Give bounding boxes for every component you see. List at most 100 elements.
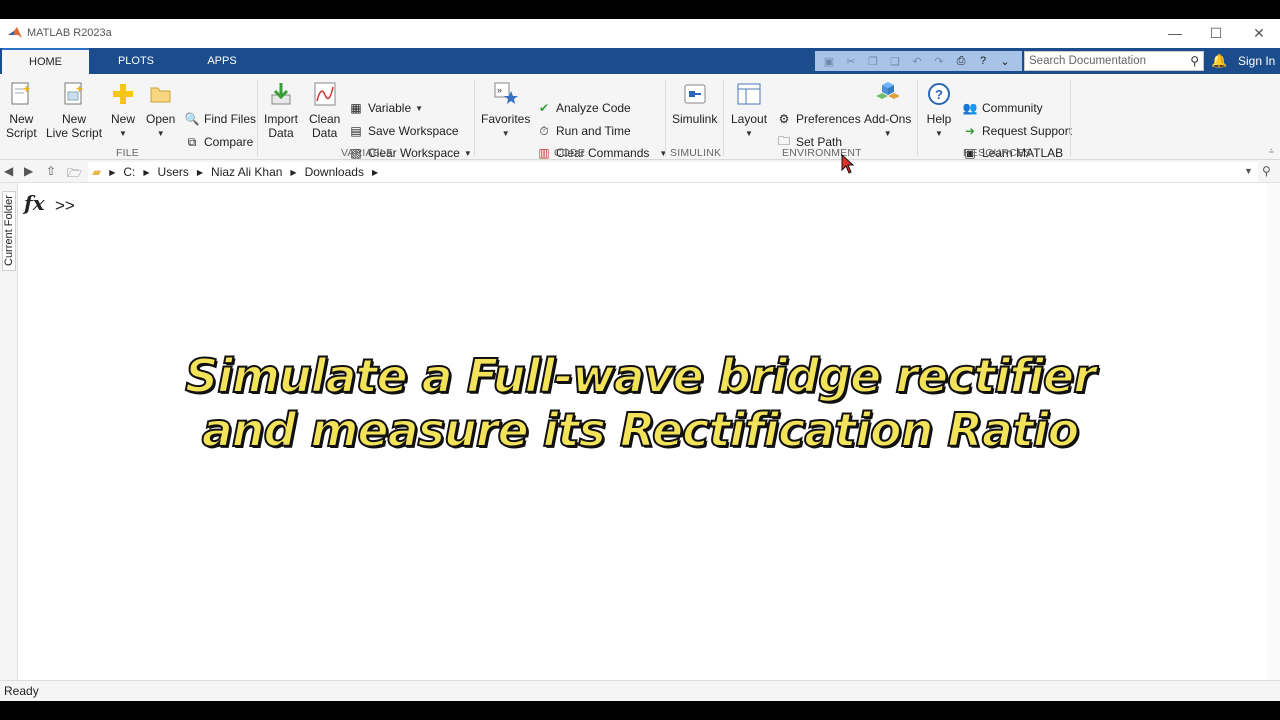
current-folder-path[interactable]: ▰ ▶ C: ▶ Users ▶ Niaz Ali Khan ▶ Downloa… bbox=[88, 162, 1258, 182]
community-button[interactable]: 👥 Community bbox=[963, 101, 1043, 115]
browse-folder-icon[interactable]: 🗁 bbox=[67, 164, 82, 185]
matlab-logo-icon bbox=[8, 27, 22, 38]
path-segment[interactable]: Niaz Ali Khan bbox=[211, 165, 282, 179]
tab-plots[interactable]: PLOTS bbox=[96, 48, 176, 74]
print-icon[interactable]: ⎙ bbox=[953, 54, 969, 68]
find-files-button[interactable]: 🔍 Find Files bbox=[185, 112, 256, 126]
find-files-icon: 🔍 bbox=[184, 112, 200, 126]
svg-text:»: » bbox=[497, 85, 502, 95]
chevron-down-icon: ▼ bbox=[119, 129, 127, 138]
new-script-button[interactable]: + New Script bbox=[6, 80, 37, 140]
analyze-code-icon: ✔ bbox=[538, 101, 550, 115]
svg-text:?: ? bbox=[935, 87, 943, 102]
copy-icon[interactable]: ❐ bbox=[865, 54, 881, 68]
group-label-file: FILE bbox=[116, 147, 139, 159]
group-separator bbox=[917, 80, 918, 156]
group-separator bbox=[474, 80, 475, 156]
clean-data-icon bbox=[311, 80, 339, 108]
chevron-down-icon: ▼ bbox=[883, 129, 892, 138]
title-bar: MATLAB R2023a — ☐ ✕ bbox=[0, 19, 1280, 48]
path-dropdown-icon[interactable]: ▼ bbox=[1244, 166, 1253, 176]
save-workspace-icon: ▤ bbox=[350, 124, 362, 138]
collapse-ribbon-icon[interactable]: ⩮ bbox=[1269, 146, 1274, 157]
group-separator bbox=[257, 80, 258, 156]
help-icon[interactable]: ? bbox=[975, 54, 991, 68]
function-browser-icon[interactable]: fx bbox=[24, 191, 45, 215]
path-separator-icon: ▶ bbox=[196, 167, 204, 177]
compare-button[interactable]: ⧉ Compare bbox=[185, 134, 254, 150]
save-icon[interactable]: ▣ bbox=[821, 54, 837, 68]
group-label-variable: VARIABLE bbox=[341, 147, 394, 159]
analyze-code-button[interactable]: ✔ Analyze Code bbox=[537, 101, 631, 115]
path-segment[interactable]: C: bbox=[123, 165, 135, 179]
sign-in-link[interactable]: Sign In bbox=[1238, 54, 1275, 68]
import-data-button[interactable]: Import Data bbox=[264, 80, 298, 140]
variable-icon: ▦ bbox=[350, 101, 362, 115]
path-separator-icon: ▶ bbox=[143, 167, 150, 177]
overlay-line-1: Simulate a Full-wave bridge rectifier bbox=[184, 348, 1097, 404]
compare-icon: ⧉ bbox=[187, 134, 197, 149]
add-ons-icon bbox=[874, 80, 902, 108]
new-button[interactable]: New ▼ bbox=[109, 80, 137, 141]
command-prompt: >> bbox=[55, 196, 75, 215]
path-segment[interactable]: Downloads bbox=[305, 165, 364, 179]
help-question-icon: ? bbox=[925, 80, 953, 108]
undo-icon[interactable]: ↶ bbox=[909, 54, 925, 68]
group-label-resources: RESOURCES bbox=[963, 147, 1032, 159]
minimize-button[interactable]: — bbox=[1160, 23, 1190, 43]
clear-commands-icon: ▥ bbox=[538, 146, 550, 160]
path-search-icon[interactable]: ⚲ bbox=[1262, 164, 1271, 178]
group-separator bbox=[1070, 80, 1071, 156]
path-segment[interactable]: Users bbox=[158, 165, 189, 179]
search-placeholder: Search Documentation bbox=[1029, 55, 1146, 67]
folder-open-icon bbox=[147, 80, 175, 108]
group-separator bbox=[665, 80, 666, 156]
new-script-icon: + bbox=[7, 80, 35, 108]
matlab-window: MATLAB R2023a — ☐ ✕ HOME PLOTS APPS ▣ ✂ … bbox=[0, 19, 1280, 701]
new-live-script-button[interactable]: + New Live Script bbox=[46, 80, 102, 140]
svg-text:+: + bbox=[23, 82, 30, 96]
redo-icon[interactable]: ↷ bbox=[931, 54, 947, 68]
folder-icon: ▰ bbox=[92, 165, 102, 179]
preferences-button[interactable]: ⚙ Preferences bbox=[777, 112, 861, 126]
maximize-button[interactable]: ☐ bbox=[1201, 23, 1231, 43]
up-folder-icon[interactable]: ⇧ bbox=[46, 164, 56, 178]
simulink-button[interactable]: Simulink bbox=[672, 80, 717, 126]
forward-arrow-icon[interactable]: ▶ bbox=[24, 164, 33, 178]
tab-home[interactable]: HOME bbox=[2, 48, 89, 74]
ribbon-home: + New Script + New Live Script New ▼ Ope… bbox=[0, 74, 1280, 160]
chevron-down-icon: ▼ bbox=[156, 129, 165, 138]
current-folder-tab[interactable]: Current Folder bbox=[2, 191, 16, 271]
status-text: Ready bbox=[4, 684, 39, 698]
save-workspace-button[interactable]: ▤ Save Workspace bbox=[349, 124, 458, 138]
group-label-simulink: SIMULINK bbox=[670, 147, 722, 159]
cut-icon[interactable]: ✂ bbox=[843, 54, 859, 68]
new-plus-icon bbox=[109, 80, 137, 108]
add-ons-button[interactable]: Add-Ons ▼ bbox=[864, 80, 911, 141]
back-arrow-icon[interactable]: ◀ bbox=[4, 164, 13, 178]
layout-button[interactable]: Layout ▼ bbox=[731, 80, 767, 141]
favorites-button[interactable]: » Favorites ▼ bbox=[481, 80, 530, 141]
path-separator-icon: ▶ bbox=[109, 167, 116, 177]
clean-data-button[interactable]: Clean Data bbox=[309, 80, 340, 140]
mouse-cursor-icon bbox=[841, 154, 855, 174]
new-live-script-icon: + bbox=[60, 80, 88, 108]
notification-bell-icon[interactable]: 🔔 bbox=[1211, 53, 1227, 69]
chevron-down-icon: ▼ bbox=[415, 103, 424, 113]
video-title-overlay: Simulate a Full-wave bridge rectifier an… bbox=[0, 348, 1280, 458]
variable-button[interactable]: ▦ Variable ▼ bbox=[349, 101, 423, 115]
options-dropdown-icon[interactable]: ⌄ bbox=[997, 54, 1013, 68]
status-bar: Ready bbox=[0, 680, 1280, 701]
search-documentation-input[interactable]: Search Documentation ⚲ bbox=[1024, 51, 1204, 71]
run-and-time-button[interactable]: ⏱ Run and Time bbox=[537, 124, 630, 139]
open-button[interactable]: Open ▼ bbox=[146, 80, 175, 141]
close-button[interactable]: ✕ bbox=[1244, 23, 1274, 43]
simulink-icon bbox=[681, 80, 709, 108]
search-icon[interactable]: ⚲ bbox=[1190, 54, 1199, 68]
help-button[interactable]: ? Help ▼ bbox=[925, 80, 953, 141]
layout-icon bbox=[735, 80, 763, 108]
tab-apps[interactable]: APPS bbox=[184, 48, 260, 74]
request-support-button[interactable]: ➜ Request Support bbox=[963, 124, 1072, 138]
request-support-icon: ➜ bbox=[964, 124, 976, 138]
paste-icon[interactable]: ❏ bbox=[887, 54, 903, 68]
